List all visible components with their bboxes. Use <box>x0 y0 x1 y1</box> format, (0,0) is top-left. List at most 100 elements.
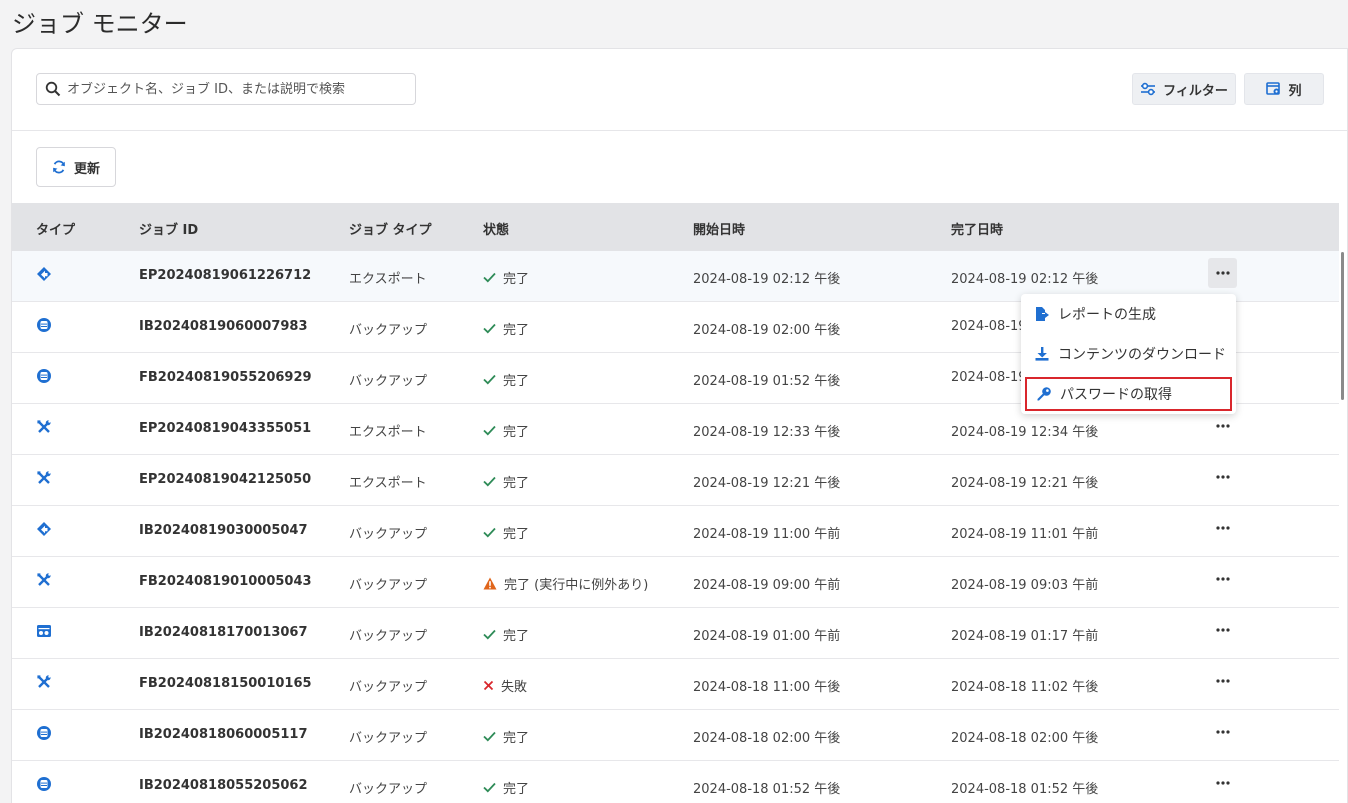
search-box[interactable] <box>36 73 416 105</box>
end-time: 2024-08-19 11:01 午前 <box>951 527 1099 542</box>
start-time: 2024-08-19 02:12 午後 <box>693 272 841 287</box>
diamond-arrow-icon <box>36 266 52 282</box>
more-dots-icon <box>1215 424 1230 428</box>
check-icon <box>483 629 496 640</box>
table-row[interactable]: EP20240819042125050 エクスポート 完了 2024-08-19 12… <box>12 455 1339 506</box>
end-time: 2024-08-18 11:02 午後 <box>951 680 1099 695</box>
row-actions-button[interactable] <box>1208 411 1237 441</box>
job-id[interactable]: FB20240819010005043 <box>139 574 312 589</box>
job-status: 完了 <box>483 421 529 440</box>
job-id[interactable]: EP20240819061226712 <box>139 268 311 283</box>
column-header-job-id[interactable]: ジョブ ID <box>139 219 198 238</box>
menu-item-get-password[interactable]: パスワードの取得 <box>1025 377 1232 411</box>
start-time: 2024-08-19 12:21 午後 <box>693 476 841 491</box>
tools-icon <box>36 572 52 588</box>
job-status-text: 完了 <box>503 629 530 644</box>
columns-settings-icon <box>1266 82 1281 95</box>
table-row[interactable]: IB20240818170013067 バックアップ 完了 2024-08-19 01… <box>12 608 1339 659</box>
column-header-start[interactable]: 開始日時 <box>693 219 745 238</box>
check-icon <box>483 272 496 283</box>
job-id[interactable]: IB20240818170013067 <box>139 625 308 640</box>
row-actions-button[interactable] <box>1208 462 1237 492</box>
job-status: 完了 <box>483 727 529 746</box>
start-time: 2024-08-19 01:00 午前 <box>693 629 841 644</box>
job-status-text: 完了 <box>503 476 530 491</box>
end-time: 2024-08-19 12:34 午後 <box>951 425 1099 440</box>
job-id[interactable]: EP20240819042125050 <box>139 472 311 487</box>
job-status-text: 完了 <box>503 731 530 746</box>
start-time: 2024-08-18 11:00 午後 <box>693 680 841 695</box>
job-status: 完了 <box>483 625 529 644</box>
menu-item-download-content[interactable]: コンテンツのダウンロード <box>1025 337 1232 371</box>
start-time: 2024-08-19 11:00 午前 <box>693 527 841 542</box>
job-type: バックアップ <box>349 578 428 593</box>
database-icon <box>36 368 52 384</box>
menu-item-generate-report[interactable]: レポートの生成 <box>1025 297 1232 331</box>
table-row[interactable]: IB20240818060005117 バックアップ 完了 2024-08-18 02… <box>12 710 1339 761</box>
end-time: 2024-08-19 <box>951 319 1027 334</box>
job-id[interactable]: EP20240819043355051 <box>139 421 311 436</box>
more-dots-icon <box>1215 628 1230 632</box>
table-row[interactable]: IB20240818055205062 バックアップ 完了 2024-08-18 01… <box>12 761 1339 803</box>
database-icon <box>36 725 52 741</box>
more-dots-icon <box>1215 271 1230 275</box>
job-status-text: 完了 <box>503 272 530 287</box>
job-status-text: 完了 <box>503 782 530 797</box>
more-dots-icon <box>1215 730 1230 734</box>
start-time: 2024-08-19 01:52 午後 <box>693 374 841 389</box>
more-dots-icon <box>1215 475 1230 479</box>
more-dots-icon <box>1215 781 1230 785</box>
columns-button[interactable]: 列 <box>1244 73 1324 105</box>
table-row[interactable]: FB20240818150010165 バックアップ 失敗 2024-08-18 11… <box>12 659 1339 710</box>
job-status-text: 完了 <box>503 374 530 389</box>
row-actions-button[interactable] <box>1208 768 1237 798</box>
column-header-status[interactable]: 状態 <box>483 219 509 238</box>
filter-button[interactable]: フィルター <box>1132 73 1236 105</box>
job-type: エクスポート <box>349 476 427 491</box>
job-id[interactable]: IB20240818055205062 <box>139 778 308 793</box>
row-actions-button[interactable] <box>1208 258 1237 288</box>
job-id[interactable]: FB20240819055206929 <box>139 370 312 385</box>
more-dots-icon <box>1215 577 1230 581</box>
table-row[interactable]: IB20240819030005047 バックアップ 完了 2024-08-19 11… <box>12 506 1339 557</box>
job-id[interactable]: IB20240818060005117 <box>139 727 308 742</box>
refresh-button[interactable]: 更新 <box>36 147 116 187</box>
job-id[interactable]: IB20240819060007983 <box>139 319 308 334</box>
job-id[interactable]: IB20240819030005047 <box>139 523 308 538</box>
row-actions-button[interactable] <box>1208 615 1237 645</box>
job-status-text: 完了 <box>503 323 530 338</box>
download-icon <box>1035 347 1049 361</box>
tools-icon <box>36 470 52 486</box>
job-type: バックアップ <box>349 374 428 389</box>
end-time: 2024-08-18 02:00 午後 <box>951 731 1099 746</box>
check-icon <box>483 323 496 334</box>
job-status-text: 完了 (実行中に例外あり) <box>504 578 649 593</box>
job-type: エクスポート <box>349 272 427 287</box>
job-status: 失敗 <box>483 676 527 695</box>
table-row[interactable]: FB20240819010005043 バックアップ 完了 (実行中に例外あり) 20… <box>12 557 1339 608</box>
job-type: バックアップ <box>349 629 428 644</box>
more-dots-icon <box>1215 679 1230 683</box>
row-actions-button[interactable] <box>1208 564 1237 594</box>
end-time: 2024-08-19 <box>951 370 1027 385</box>
job-id[interactable]: FB20240818150010165 <box>139 676 312 691</box>
database-icon <box>36 776 52 792</box>
row-actions-button[interactable] <box>1208 717 1237 747</box>
search-input[interactable] <box>67 81 397 97</box>
column-header-type[interactable]: タイプ <box>36 219 75 238</box>
more-dots-icon <box>1215 526 1230 530</box>
start-time: 2024-08-18 02:00 午後 <box>693 731 841 746</box>
job-status-text: 失敗 <box>501 680 528 695</box>
end-time: 2024-08-19 02:12 午後 <box>951 272 1099 287</box>
job-status: 完了 <box>483 778 529 797</box>
job-status-text: 完了 <box>503 527 530 542</box>
column-header-end[interactable]: 完了日時 <box>951 219 1003 238</box>
column-header-job-type[interactable]: ジョブ タイプ <box>349 219 432 238</box>
diamond-arrow-icon <box>36 521 52 537</box>
row-actions-button[interactable] <box>1208 513 1237 543</box>
row-actions-button[interactable] <box>1208 666 1237 696</box>
filter-sliders-icon <box>1141 82 1156 96</box>
vertical-scrollbar[interactable] <box>1341 252 1344 400</box>
job-type: エクスポート <box>349 425 427 440</box>
check-icon <box>483 425 496 436</box>
